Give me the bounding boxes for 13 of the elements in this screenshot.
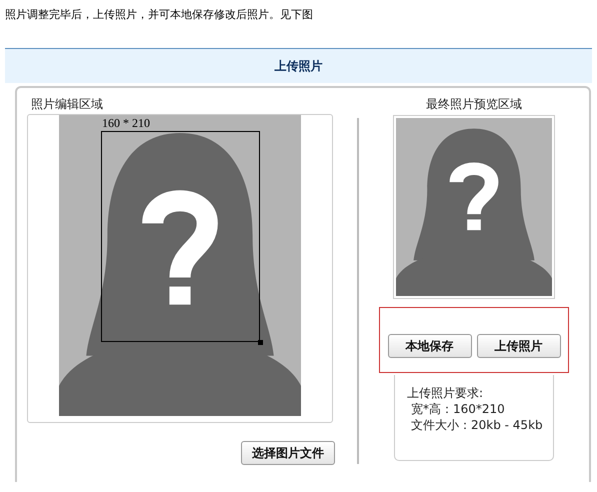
- requirement-text: 文件大小：20kb - 45kb: [410, 417, 543, 433]
- action-button[interactable]: 上传照片: [476, 334, 560, 358]
- requirement-text: 宽*高：160*210: [410, 401, 506, 417]
- intro-text: 照片调整完毕后，上传照片，并可本地保存修改后照片。见下图: [4, 7, 314, 23]
- preview-title: 最终照片预览区域: [426, 96, 522, 113]
- requirements-title: 上传照片要求:: [407, 385, 484, 401]
- crop-frame[interactable]: [101, 131, 260, 342]
- crop-size-label: 160 * 210: [102, 116, 150, 130]
- header-title: 上传照片: [274, 58, 322, 74]
- choose-file-button[interactable]: 选择图片文件: [241, 441, 335, 465]
- action-button[interactable]: 本地保存: [388, 334, 472, 358]
- resize-handle[interactable]: [258, 340, 263, 345]
- editor-title: 照片编辑区域: [30, 96, 104, 113]
